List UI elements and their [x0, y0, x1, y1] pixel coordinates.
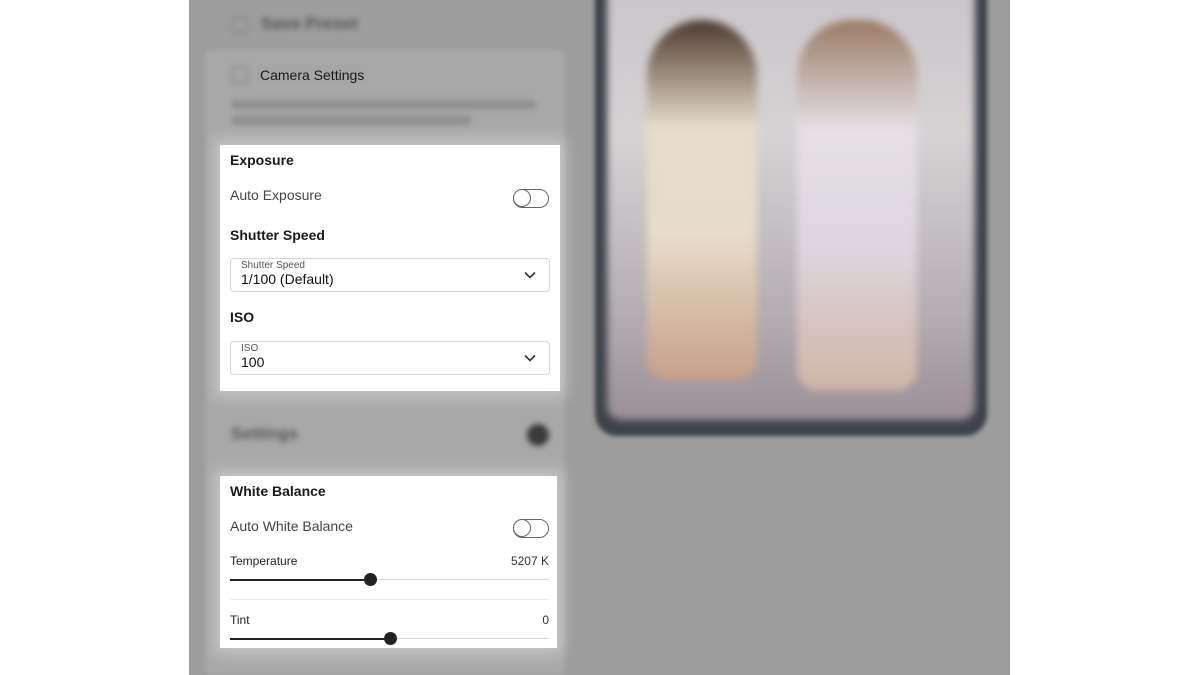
camera-settings-description-line2: [231, 116, 471, 125]
blurred-toggle[interactable]: [527, 424, 549, 446]
white-balance-card: White Balance Auto White Balance Tempera…: [220, 476, 557, 648]
iso-select[interactable]: ISO 100: [230, 341, 550, 375]
tint-slider-fill: [230, 637, 390, 640]
shutter-speed-select[interactable]: Shutter Speed 1/100 (Default): [230, 258, 550, 292]
toggle-thumb: [513, 519, 531, 537]
shutter-speed-value: 1/100 (Default): [241, 271, 334, 287]
temperature-label: Temperature: [230, 554, 298, 568]
shutter-speed-field-label: Shutter Speed: [241, 260, 305, 271]
auto-exposure-toggle[interactable]: [513, 189, 549, 208]
chevron-down-icon: [524, 354, 536, 362]
temperature-value: 5207 K: [510, 554, 549, 568]
camera-settings-description: [231, 100, 536, 109]
temperature-slider-handle[interactable]: [364, 573, 378, 586]
preview-subject-1: [647, 20, 757, 380]
checkbox-icon[interactable]: [231, 16, 249, 34]
shutter-speed-heading: Shutter Speed: [230, 227, 325, 243]
temperature-slider[interactable]: [230, 573, 549, 586]
iso-heading: ISO: [230, 309, 255, 325]
tint-value: 0: [542, 613, 549, 627]
auto-white-balance-label: Auto White Balance: [230, 518, 353, 534]
exposure-card: Exposure Auto Exposure Shutter Speed Shu…: [220, 145, 560, 391]
toggle-thumb: [513, 189, 531, 207]
chevron-down-icon: [524, 271, 536, 279]
tint-label: Tint: [230, 613, 250, 627]
collapsed-section-label: Save Preset: [261, 14, 358, 33]
iso-field-label: ISO: [241, 343, 259, 354]
temperature-slider-fill: [230, 578, 371, 581]
auto-exposure-label: Auto Exposure: [230, 187, 322, 203]
tint-slider-handle[interactable]: [383, 632, 397, 645]
tint-slider[interactable]: [230, 632, 549, 645]
iso-value: 100: [241, 354, 265, 370]
checkbox-icon[interactable]: [231, 66, 249, 84]
camera-preview: [607, 0, 975, 420]
blurred-section-label: Settings: [231, 424, 299, 443]
auto-white-balance-toggle[interactable]: [513, 519, 549, 538]
slider-divider: [230, 599, 549, 600]
exposure-title: Exposure: [230, 152, 294, 168]
camera-settings-title: Camera Settings: [257, 65, 368, 85]
preview-subject-2: [797, 20, 917, 390]
white-balance-title: White Balance: [230, 483, 326, 499]
